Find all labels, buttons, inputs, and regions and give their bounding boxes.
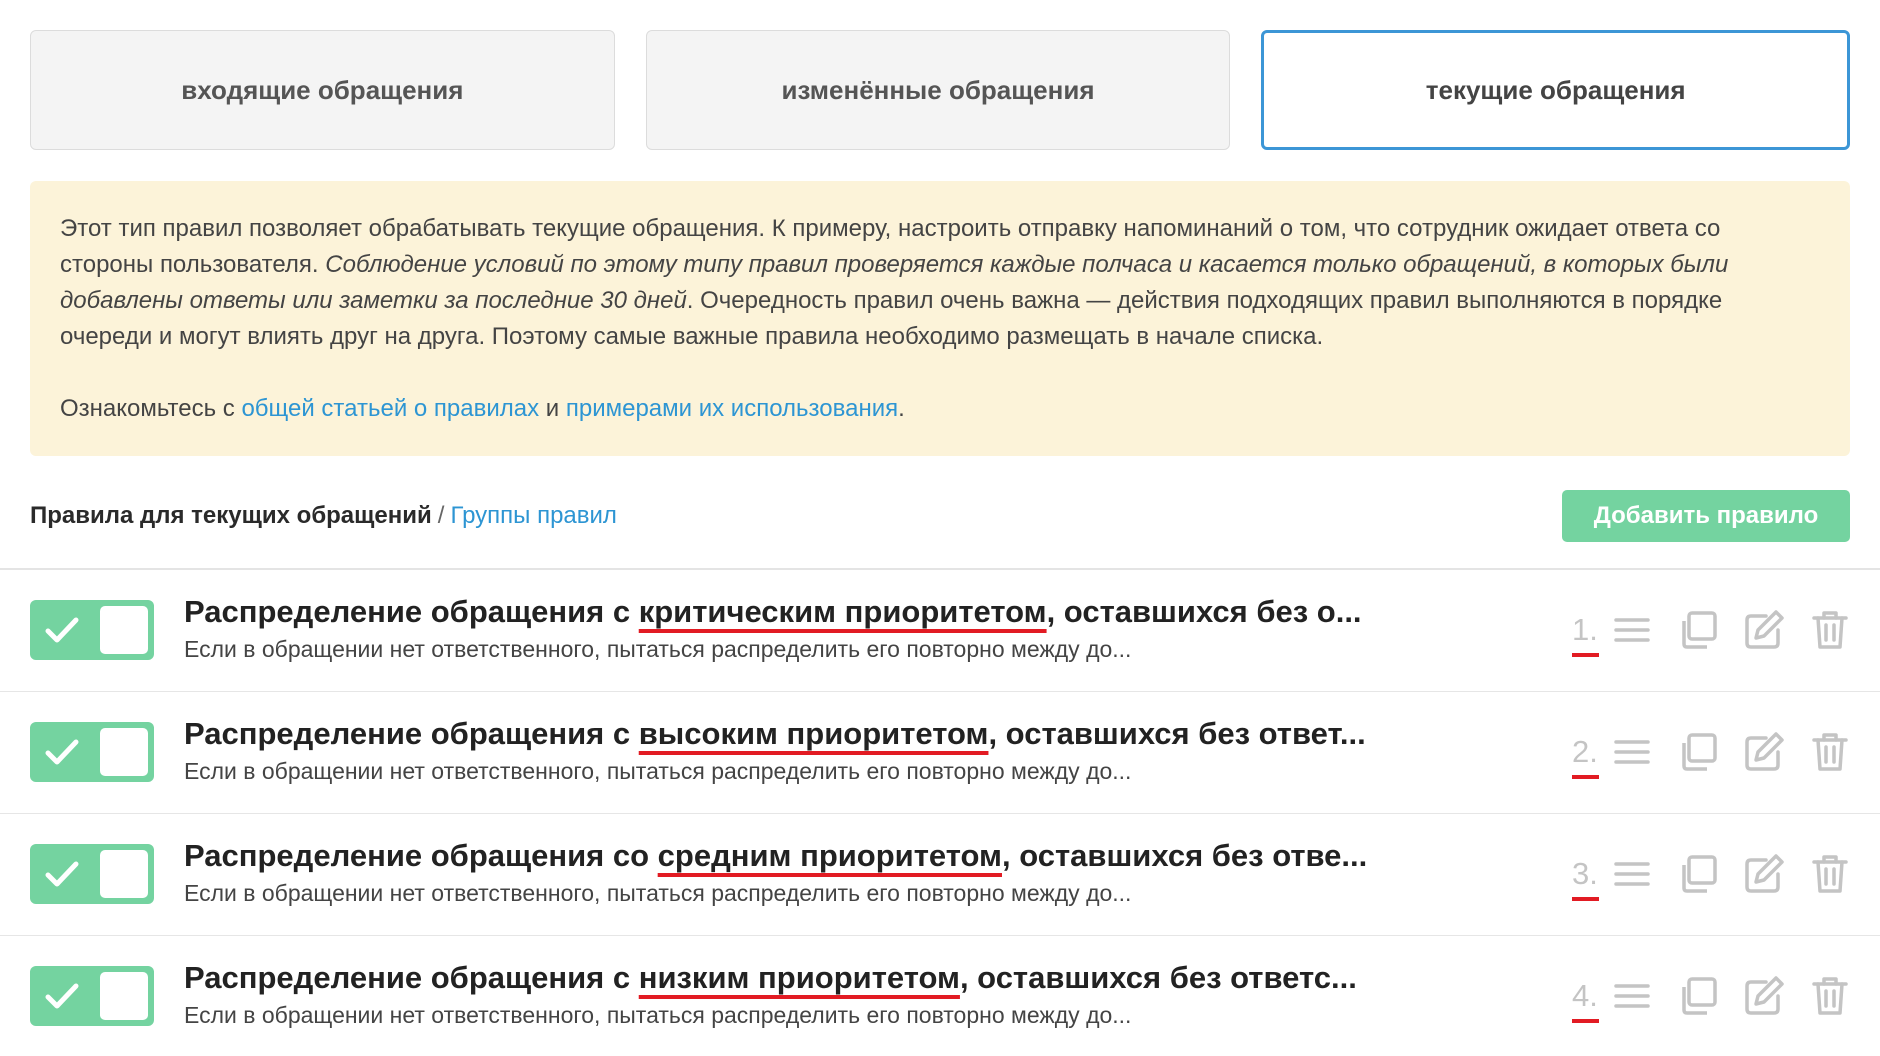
rule-enabled-toggle[interactable] <box>30 844 154 904</box>
rule-title: Распределение обращения со средним приор… <box>184 836 1384 876</box>
rule-title-suffix: , оставшихся без отве... <box>1002 838 1368 873</box>
rule-enabled-toggle[interactable] <box>30 600 154 660</box>
rules-header: Правила для текущих обращений / Группы пра… <box>30 490 1850 542</box>
trash-icon[interactable] <box>1808 608 1852 652</box>
check-icon <box>45 739 79 765</box>
drag-handle-icon[interactable] <box>1610 974 1654 1018</box>
rule-title-suffix: , оставшихся без ответ... <box>988 716 1366 751</box>
drag-handle-icon[interactable] <box>1610 730 1654 774</box>
tab-incoming[interactable]: входящие обращения <box>30 30 615 150</box>
breadcrumb: Правила для текущих обращений / Группы пра… <box>30 502 617 530</box>
rule-row: Распределение обращения с низким приорит… <box>0 936 1880 1056</box>
copy-icon[interactable] <box>1676 974 1720 1018</box>
rule-enabled-toggle[interactable] <box>30 722 154 782</box>
rule-description: Если в обращении нет ответственного, пыт… <box>184 1002 1132 1028</box>
info-links-suffix: . <box>898 395 905 422</box>
rule-actions: 3. <box>1572 852 1852 901</box>
rule-description: Если в обращении нет ответственного, пыт… <box>184 636 1132 662</box>
rule-order-number[interactable]: 1. <box>1572 610 1608 657</box>
usage-examples-link[interactable]: примерами их использования <box>566 395 898 422</box>
info-box: Этот тип правил позволяет обрабатывать т… <box>30 181 1850 456</box>
rule-title-suffix: , оставшихся без ответс... <box>959 960 1357 995</box>
breadcrumb-separator: / <box>437 502 445 529</box>
toggle-knob <box>100 972 148 1020</box>
edit-icon[interactable] <box>1742 974 1786 1018</box>
rule-title: Распределение обращения с высоким приори… <box>184 714 1384 754</box>
tab-changed[interactable]: изменённые обращения <box>645 30 1231 150</box>
edit-icon[interactable] <box>1742 608 1786 652</box>
rule-row: Распределение обращения с критическим пр… <box>0 570 1880 692</box>
toggle-knob <box>100 850 148 898</box>
rule-title-suffix: , оставшихся без о... <box>1046 594 1362 629</box>
add-rule-button[interactable]: Добавить правило <box>1562 490 1850 542</box>
rule-row: Распределение обращения с высоким приори… <box>0 692 1880 814</box>
trash-icon[interactable] <box>1808 852 1852 896</box>
toggle-knob <box>100 606 148 654</box>
rule-title-priority: высоким приоритетом <box>638 716 989 751</box>
trash-icon[interactable] <box>1808 730 1852 774</box>
info-paragraph: Этот тип правил позволяет обрабатывать т… <box>60 211 1820 355</box>
tab-current[interactable]: текущие обращения <box>1261 30 1851 150</box>
rule-groups-link[interactable]: Группы правил <box>450 502 617 529</box>
rule-actions: 4. <box>1572 974 1852 1023</box>
rule-text[interactable]: Распределение обращения со средним приор… <box>184 836 1384 908</box>
rule-title-priority: критическим приоритетом <box>638 594 1047 629</box>
rule-actions: 1. <box>1572 608 1852 657</box>
info-links-prefix: Ознакомьтесь с <box>60 395 242 422</box>
copy-icon[interactable] <box>1676 852 1720 896</box>
edit-icon[interactable] <box>1742 730 1786 774</box>
rule-title-prefix: Распределение обращения с <box>184 960 639 995</box>
rule-text[interactable]: Распределение обращения с низким приорит… <box>184 958 1384 1030</box>
rules-page: входящие обращения изменённые обращения … <box>0 0 1880 1056</box>
rules-list-title: Правила для текущих обращений <box>30 502 432 529</box>
rule-actions: 2. <box>1572 730 1852 779</box>
check-icon <box>45 983 79 1009</box>
rule-order-number[interactable]: 3. <box>1572 854 1608 901</box>
copy-icon[interactable] <box>1676 730 1720 774</box>
rule-description: Если в обращении нет ответственного, пыт… <box>184 880 1132 906</box>
rule-title-prefix: Распределение обращения со <box>184 838 658 873</box>
rule-title: Распределение обращения с низким приорит… <box>184 958 1384 998</box>
edit-icon[interactable] <box>1742 852 1786 896</box>
drag-handle-icon[interactable] <box>1610 608 1654 652</box>
toggle-knob <box>100 728 148 776</box>
rule-title: Распределение обращения с критическим пр… <box>184 592 1384 632</box>
copy-icon[interactable] <box>1676 608 1720 652</box>
drag-handle-icon[interactable] <box>1610 852 1654 896</box>
rule-title-prefix: Распределение обращения с <box>184 594 639 629</box>
rule-order-number[interactable]: 2. <box>1572 732 1608 779</box>
rule-title-priority: средним приоритетом <box>657 838 1002 873</box>
rules-article-link[interactable]: общей статьей о правилах <box>241 395 539 422</box>
rule-row: Распределение обращения со средним приор… <box>0 814 1880 936</box>
rule-title-priority: низким приоритетом <box>638 960 960 995</box>
rule-enabled-toggle[interactable] <box>30 966 154 1026</box>
rules-list: Распределение обращения с критическим пр… <box>0 570 1880 1056</box>
rule-type-tabs: входящие обращения изменённые обращения … <box>30 30 1851 150</box>
rule-text[interactable]: Распределение обращения с высоким приори… <box>184 714 1384 786</box>
trash-icon[interactable] <box>1808 974 1852 1018</box>
info-links-middle: и <box>539 395 566 422</box>
rule-title-prefix: Распределение обращения с <box>184 716 639 751</box>
rule-description: Если в обращении нет ответственного, пыт… <box>184 758 1132 784</box>
check-icon <box>45 617 79 643</box>
info-links-paragraph: Ознакомьтесь с общей статьей о правилах … <box>60 391 1820 427</box>
rule-order-number[interactable]: 4. <box>1572 976 1608 1023</box>
rule-text[interactable]: Распределение обращения с критическим пр… <box>184 592 1384 664</box>
check-icon <box>45 861 79 887</box>
